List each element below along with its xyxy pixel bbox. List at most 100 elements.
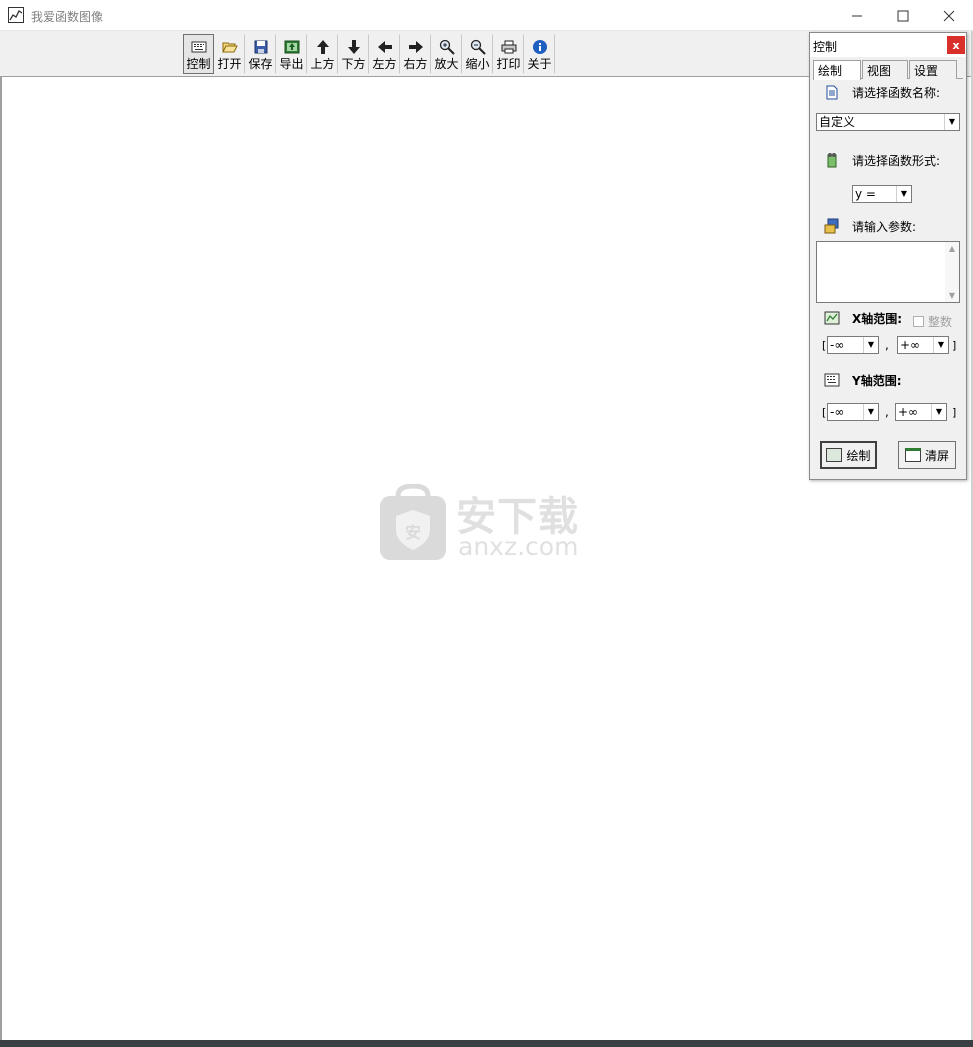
- comma: ,: [885, 338, 889, 352]
- tab-view[interactable]: 视图: [862, 60, 908, 79]
- maximize-icon[interactable]: [880, 0, 926, 31]
- checkbox-box[interactable]: [913, 316, 924, 327]
- chevron-down-icon[interactable]: ▼: [949, 291, 955, 300]
- toolbar-label: 右方: [403, 57, 428, 71]
- tab-settings[interactable]: 设置: [909, 60, 957, 79]
- chevron-down-icon: ▼: [933, 337, 948, 353]
- toolbar-label: 导出: [279, 57, 304, 71]
- zoom-in-button[interactable]: 放大: [431, 34, 462, 74]
- close-icon[interactable]: [926, 0, 972, 31]
- minimize-icon[interactable]: [834, 0, 880, 31]
- y-range-label: Y轴范围:: [852, 373, 902, 388]
- function-form-select[interactable]: y = ▼: [852, 185, 912, 203]
- move-right-button[interactable]: 右方: [400, 34, 431, 74]
- y-axis-icon: [824, 372, 840, 388]
- watermark-logo: 安 安下载 anxz.com: [378, 482, 592, 564]
- params-label: 请输入参数:: [852, 219, 917, 234]
- params-textarea[interactable]: ▲ ▼: [816, 241, 960, 303]
- textarea-scrollbar[interactable]: ▲ ▼: [945, 242, 959, 302]
- keyboard-icon: [190, 38, 208, 56]
- info-icon: [531, 38, 549, 56]
- floppy-disk-icon: [252, 38, 270, 56]
- control-button[interactable]: 控制: [183, 34, 214, 74]
- function-name-value: 自定义: [819, 115, 856, 129]
- move-left-button[interactable]: 左方: [369, 34, 400, 74]
- tab-draw[interactable]: 绘制: [813, 60, 861, 80]
- arrow-right-icon: [407, 38, 425, 56]
- function-name-select[interactable]: 自定义 ▼: [816, 113, 960, 131]
- draw-button[interactable]: 绘制: [820, 441, 877, 469]
- window-icon: [904, 448, 921, 462]
- move-up-button[interactable]: 上方: [307, 34, 338, 74]
- x-max-value: +∞: [900, 338, 921, 352]
- save-button[interactable]: 保存: [245, 34, 276, 74]
- export-image-icon: [283, 38, 301, 56]
- function-form-value: y =: [855, 187, 876, 201]
- about-button[interactable]: 关于: [524, 34, 555, 74]
- control-panel: 控制 x 绘制 视图 设置 请选择函数名称: 自定义 ▼ 请选择函数形式: y …: [809, 32, 967, 480]
- chevron-up-icon[interactable]: ▲: [949, 244, 955, 253]
- panel-title-bar: 控制 x: [810, 33, 966, 57]
- print-button[interactable]: 打印: [493, 34, 524, 74]
- clear-button[interactable]: 清屏: [898, 441, 956, 469]
- function-name-label: 请选择函数名称:: [852, 85, 941, 100]
- integer-checkbox[interactable]: 整数: [913, 313, 952, 330]
- y-min-select[interactable]: -∞ ▼: [827, 403, 879, 421]
- toolbar-label: 缩小: [465, 57, 490, 71]
- toolbar-label: 保存: [248, 57, 273, 71]
- x-min-value: -∞: [830, 338, 845, 352]
- bracket-close: ]: [952, 339, 957, 352]
- comma: ,: [885, 405, 889, 419]
- taskbar-strip: [0, 1040, 973, 1047]
- watermark-text-en: anxz.com: [458, 532, 579, 561]
- panel-tabs: 绘制 视图 设置: [813, 60, 963, 80]
- bracket-open: [: [822, 406, 827, 419]
- toolbar-label: 控制: [186, 57, 211, 71]
- chevron-down-icon: ▼: [896, 186, 911, 202]
- arrow-up-icon: [314, 38, 332, 56]
- toolbar-label: 放大: [434, 57, 459, 71]
- y-min-value: -∞: [830, 405, 845, 419]
- toolbar-label: 打印: [496, 57, 521, 71]
- x-max-select[interactable]: +∞ ▼: [897, 336, 949, 354]
- y-range-row: Y轴范围:: [824, 371, 902, 389]
- x-axis-icon: [824, 310, 840, 326]
- params-row: 请输入参数:: [824, 217, 916, 235]
- bracket-open: [: [822, 339, 827, 352]
- main-window: 我爱函数图像 控制 打开 保存 导出 上方 下方 左方 右方 放大 缩小 打印 …: [0, 0, 973, 1047]
- zoom-out-button[interactable]: 缩小: [462, 34, 493, 74]
- x-range-label: X轴范围:: [852, 311, 903, 326]
- shield-icon: 安: [378, 483, 448, 562]
- move-down-button[interactable]: 下方: [338, 34, 369, 74]
- arrow-left-icon: [376, 38, 394, 56]
- zoom-in-icon: [438, 38, 456, 56]
- svg-text:安: 安: [405, 523, 421, 542]
- title-bar: 我爱函数图像: [0, 0, 973, 31]
- toolbar-label: 打开: [217, 57, 242, 71]
- chevron-down-icon: ▼: [944, 114, 959, 130]
- toolbar-label: 上方: [310, 57, 335, 71]
- arrow-down-icon: [345, 38, 363, 56]
- toolbar-label: 下方: [341, 57, 366, 71]
- toolbar: 控制 打开 保存 导出 上方 下方 左方 右方 放大 缩小 打印 关于: [183, 34, 555, 74]
- chevron-down-icon: ▼: [863, 404, 878, 420]
- zoom-out-icon: [469, 38, 487, 56]
- app-chart-icon: [8, 7, 24, 23]
- x-min-select[interactable]: -∞ ▼: [827, 336, 879, 354]
- y-max-value: +∞: [898, 405, 919, 419]
- chevron-down-icon: ▼: [931, 404, 946, 420]
- y-max-select[interactable]: +∞ ▼: [895, 403, 947, 421]
- function-form-label: 请选择函数形式:: [852, 153, 941, 168]
- panel-close-button[interactable]: x: [947, 36, 965, 54]
- toolbar-label: 关于: [527, 57, 552, 71]
- bracket-close: ]: [952, 406, 957, 419]
- export-button[interactable]: 导出: [276, 34, 307, 74]
- function-form-row: 请选择函数形式:: [824, 151, 940, 169]
- calculator-icon: [826, 448, 843, 462]
- window-title: 我爱函数图像: [31, 10, 104, 24]
- folder-open-icon: [221, 38, 239, 56]
- open-button[interactable]: 打开: [214, 34, 245, 74]
- toolbar-label: 左方: [372, 57, 397, 71]
- panel-title: 控制: [813, 40, 838, 54]
- chevron-down-icon: ▼: [863, 337, 878, 353]
